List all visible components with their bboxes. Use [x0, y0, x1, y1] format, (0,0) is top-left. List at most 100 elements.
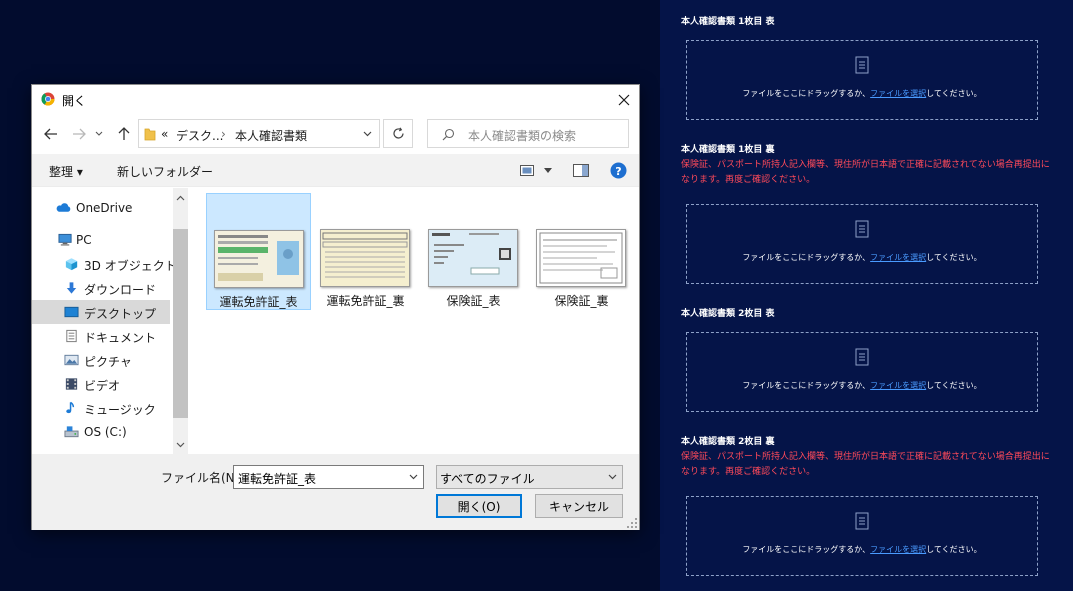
file-type-select[interactable]: すべてのファイル [436, 465, 623, 489]
nav-item-pictures[interactable]: ピクチャ [32, 348, 170, 372]
select-file-link[interactable]: ファイルを選択 [870, 253, 926, 262]
dropzone-text: ファイルをここにドラッグするか、ファイルを選択してください。 [742, 89, 982, 98]
view-options-dropdown-icon[interactable] [544, 168, 552, 173]
dropzone-1-front[interactable]: ファイルをここにドラッグするか、ファイルを選択してください。 [686, 40, 1038, 120]
file-name: 運転免許証_裏 [326, 294, 405, 308]
breadcrumb-desktop[interactable]: デスク... [176, 127, 223, 144]
view-icon[interactable] [520, 165, 534, 176]
dropzone-2-front[interactable]: ファイルをここにドラッグするか、ファイルを選択してください。 [686, 332, 1038, 412]
filename-label: ファイル名(N): [161, 471, 244, 485]
dropzone-1-back[interactable]: ファイルをここにドラッグするか、ファイルを選択してください。 [686, 204, 1038, 284]
dropzone-text: ファイルをここにドラッグするか、ファイルを選択してください。 [742, 545, 982, 554]
chevron-down-icon[interactable] [409, 474, 418, 480]
file-item[interactable]: 保険証_裏 [529, 193, 634, 310]
breadcrumb-current[interactable]: 本人確認書類 [235, 127, 307, 144]
nav-item-3d-objects[interactable]: 3D オブジェクト [32, 252, 177, 276]
preview-pane-icon[interactable] [573, 164, 589, 177]
cancel-button[interactable]: キャンセル [535, 494, 623, 518]
scroll-thumb[interactable] [173, 229, 188, 418]
forward-button[interactable] [70, 126, 88, 142]
navigation-pane: OneDrive PC 3D オブジェクト ダウンロード デスクトップ ドキュメ… [32, 188, 188, 454]
refresh-icon [392, 127, 404, 139]
file-type-value: すべてのファイル [440, 472, 535, 486]
computer-icon [58, 233, 72, 246]
select-file-link[interactable]: ファイルを選択 [870, 89, 926, 98]
file-icon [855, 512, 869, 530]
select-file-link[interactable]: ファイルを選択 [870, 545, 926, 554]
download-icon [66, 282, 77, 294]
recent-locations-button[interactable] [94, 126, 104, 142]
search-placeholder: 本人確認書類の検索 [468, 129, 577, 143]
search-icon [442, 128, 455, 141]
document-icon [66, 329, 77, 343]
breadcrumb-overflow[interactable]: « [161, 127, 168, 141]
chrome-icon [41, 92, 55, 106]
nav-item-downloads[interactable]: ダウンロード [32, 276, 170, 300]
chevron-down-icon [176, 442, 185, 447]
up-button[interactable] [115, 126, 133, 142]
cube-icon [65, 258, 78, 271]
cut-off-warning-text [680, 586, 930, 591]
organize-menu[interactable]: 整理 ▾ [49, 163, 83, 180]
dropzone-text: ファイルをここにドラッグするか、ファイルを選択してください。 [742, 253, 982, 262]
file-thumbnail [428, 229, 518, 287]
arrow-up-icon [118, 127, 130, 140]
select-file-link[interactable]: ファイルを選択 [870, 381, 926, 390]
file-icon [855, 56, 869, 74]
close-icon [618, 94, 630, 106]
video-icon [65, 378, 78, 390]
scroll-down-arrow[interactable] [176, 440, 185, 449]
nav-item-pc[interactable]: PC [32, 228, 170, 252]
chevron-down-icon[interactable] [363, 131, 372, 137]
desktop-icon [64, 306, 79, 318]
section-title-1-front: 本人確認書類 1枚目 表 [681, 17, 775, 27]
dropzone-2-back[interactable]: ファイルをここにドラッグするか、ファイルを選択してください。 [686, 496, 1038, 576]
dialog-footer: ファイル名(N): 運転免許証_表 すべてのファイル 開く(O) キャンセル [32, 454, 639, 530]
section-title-1-back: 本人確認書類 1枚目 裏 [681, 145, 775, 155]
picture-icon [64, 354, 79, 366]
help-icon[interactable]: ? [610, 162, 627, 179]
file-open-dialog: 開く « デスク... › 本人確認書類 本人確認書類の検索 整理 ▾ 新しいフ… [31, 84, 640, 530]
address-bar[interactable]: « デスク... › 本人確認書類 [138, 119, 380, 148]
nav-item-music[interactable]: ミュージック [32, 396, 170, 420]
arrow-right-icon [73, 128, 86, 140]
filename-value: 運転免許証_表 [238, 472, 317, 486]
file-item[interactable]: 運転免許証_表 [206, 193, 311, 310]
scroll-up-arrow[interactable] [176, 193, 185, 202]
back-button[interactable] [42, 126, 60, 142]
chevron-down-icon [95, 131, 103, 136]
nav-item-desktop[interactable]: デスクトップ [32, 300, 170, 324]
file-icon [855, 220, 869, 238]
search-input[interactable]: 本人確認書類の検索 [427, 119, 629, 148]
dialog-titlebar[interactable]: 開く [32, 85, 639, 115]
file-thumbnail [536, 229, 626, 287]
file-item[interactable]: 保険証_表 [421, 193, 526, 310]
section-warning-2-back: 保険証、パスポート所持人記入欄等、現住所が日本語で正確に記載されてない場合再提出… [681, 452, 1050, 477]
file-name: 運転免許証_表 [219, 295, 298, 309]
file-item[interactable]: 運転免許証_裏 [313, 193, 418, 310]
file-name: 保険証_裏 [554, 294, 609, 308]
file-thumbnail [320, 229, 410, 287]
dropzone-text: ファイルをここにドラッグするか、ファイルを選択してください。 [742, 381, 982, 390]
section-title-2-back: 本人確認書類 2枚目 裏 [681, 437, 775, 447]
resize-grip-icon[interactable] [627, 518, 637, 528]
folder-icon [144, 128, 156, 141]
command-bar: 整理 ▾ 新しいフォルダー ? [32, 154, 639, 187]
nav-item-documents[interactable]: ドキュメント [32, 324, 170, 348]
file-thumbnail [214, 230, 304, 288]
section-warning-1-back: 保険証、パスポート所持人記入欄等、現住所が日本語で正確に記載されてない場合再提出… [681, 160, 1050, 185]
navigation-scrollbar[interactable] [173, 188, 188, 454]
nav-item-os-drive[interactable]: OS (C:) [32, 420, 170, 444]
file-icon [855, 348, 869, 366]
filename-input[interactable]: 運転免許証_表 [233, 465, 424, 489]
nav-item-onedrive[interactable]: OneDrive [32, 196, 170, 220]
dialog-title: 開く [62, 94, 87, 108]
music-icon [66, 401, 75, 414]
new-folder-button[interactable]: 新しいフォルダー [117, 163, 213, 180]
open-button[interactable]: 開く(O) [436, 494, 522, 518]
close-button[interactable] [609, 85, 639, 115]
navigation-bar: « デスク... › 本人確認書類 本人確認書類の検索 [32, 115, 639, 153]
nav-item-videos[interactable]: ビデオ [32, 372, 170, 396]
chevron-down-icon [608, 474, 617, 480]
refresh-button[interactable] [383, 119, 413, 148]
